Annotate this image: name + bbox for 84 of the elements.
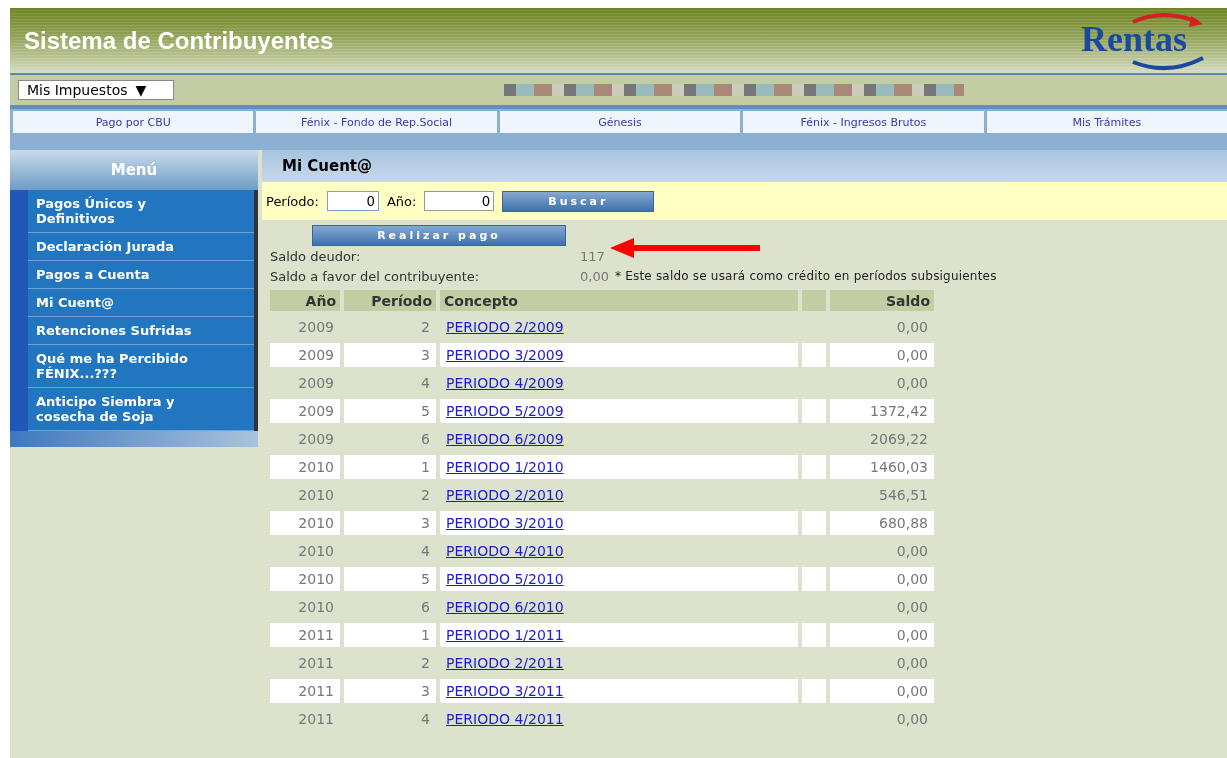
year-cell: 2010 (270, 455, 340, 479)
balance-cell: 680,88 (830, 511, 934, 535)
menu-item[interactable]: Pagos Únicos y Definitivos (28, 190, 254, 233)
period-link[interactable]: PERIODO 2/2010 (446, 487, 564, 503)
column-header: Período (344, 290, 436, 311)
period-label: Período: (266, 193, 319, 209)
period-cell: 3 (344, 679, 436, 703)
nav-tab[interactable]: Mis Trámites (986, 111, 1227, 133)
year-field[interactable]: 0 (424, 191, 495, 211)
credit-label: Saldo a favor del contribuyente: (270, 268, 481, 284)
year-cell: 2009 (270, 399, 340, 423)
year-cell-text: 2009 (297, 318, 335, 337)
year-cell: 2011 (270, 679, 340, 703)
year-cell: 2010 (270, 511, 340, 535)
balance-cell-text: 2069,22 (869, 430, 929, 449)
menu-header: Menú (10, 150, 258, 190)
year-cell-text: 2011 (297, 710, 335, 729)
pay-button[interactable]: Realizar pago (312, 225, 566, 246)
year-cell-text: 2010 (297, 542, 335, 561)
period-link[interactable]: PERIODO 6/2009 (446, 431, 564, 447)
year-cell: 2011 (270, 623, 340, 647)
balance-cell-text: 0,00 (895, 598, 929, 617)
period-link[interactable]: PERIODO 4/2011 (446, 711, 564, 727)
period-cell: 5 (344, 567, 436, 591)
balance-cell-text: 0,00 (895, 710, 929, 729)
balance-cell-text: 0,00 (895, 374, 929, 393)
period-link[interactable]: PERIODO 6/2010 (446, 599, 564, 615)
period-cell-text: 2 (420, 654, 431, 673)
balance-cell: 0,00 (830, 343, 934, 367)
period-cell-text: 4 (420, 710, 431, 729)
period-cell-text: 6 (420, 598, 431, 617)
nav-tab[interactable]: Fénix - Fondo de Rep.Social (256, 111, 497, 133)
period-cell: 3 (344, 343, 436, 367)
section-title: Mi Cuent@ (262, 150, 1227, 182)
column-header: Año (270, 290, 340, 311)
balance-cell: 1372,42 (830, 399, 934, 423)
menu-item[interactable]: Declaración Jurada (28, 233, 254, 261)
period-link[interactable]: PERIODO 2/2009 (446, 319, 564, 335)
tax-dropdown[interactable]: Mis Impuestos ▼ (18, 80, 174, 100)
period-cell-text: 4 (420, 542, 431, 561)
nav-tab[interactable]: Génesis (499, 111, 741, 133)
rentas-logo: Rentas (1063, 9, 1213, 72)
credit-note: * Este saldo se usará como crédito en períodos subsiguientes (614, 269, 997, 283)
period-cell-text: 2 (420, 318, 431, 337)
nav-tab[interactable]: Pago por CBU (13, 111, 254, 133)
balance-cell: 0,00 (830, 567, 934, 591)
column-header: Saldo (830, 290, 934, 311)
menu-item[interactable]: Qué me ha Percibido FÉNIX...??? (28, 345, 254, 388)
app-title: Sistema de Contribuyentes (24, 26, 334, 55)
year-cell-text: 2011 (297, 654, 335, 673)
period-cell-text: 4 (420, 374, 431, 393)
year-cell-text: 2010 (297, 598, 335, 617)
period-cell: 5 (344, 399, 436, 423)
column-header: Concepto (440, 290, 798, 311)
year-cell: 2009 (270, 343, 340, 367)
menu-item[interactable]: Pagos a Cuenta (28, 261, 254, 289)
period-cell-text: 6 (420, 430, 431, 449)
nav-tab[interactable]: Fénix - Ingresos Brutos (743, 111, 984, 133)
year-cell-text: 2010 (297, 486, 335, 505)
debt-label: Saldo deudor: (270, 248, 362, 264)
balance-cell: 0,00 (830, 623, 934, 647)
period-link[interactable]: PERIODO 2/2011 (446, 655, 564, 671)
balance-cell-text: 546,51 (878, 486, 929, 505)
menu-item[interactable]: Mi Cuent@ (28, 289, 254, 317)
year-label: Año: (386, 193, 417, 209)
period-cell: 1 (344, 455, 436, 479)
balance-cell: 0,00 (830, 679, 934, 703)
balance-cell-text: 0,00 (895, 654, 929, 673)
balance-cell-text: 0,00 (895, 542, 929, 561)
arrow-icon (610, 238, 760, 258)
period-link[interactable]: PERIODO 4/2009 (446, 375, 564, 391)
credit-value: 0,00 (580, 268, 609, 284)
balance-cell-text: 0,00 (895, 318, 929, 337)
debt-value: 117 (580, 248, 605, 264)
period-field[interactable]: 0 (326, 191, 379, 211)
year-cell-text: 2009 (297, 430, 335, 449)
year-cell-text: 2009 (297, 374, 335, 393)
period-link[interactable]: PERIODO 4/2010 (446, 543, 564, 559)
period-cell-text: 2 (420, 486, 431, 505)
period-cell: 1 (344, 623, 436, 647)
period-cell: 3 (344, 511, 436, 535)
menu-item[interactable]: Retenciones Sufridas (28, 317, 254, 345)
year-cell: 2010 (270, 567, 340, 591)
balance-cell: 1460,03 (830, 455, 934, 479)
